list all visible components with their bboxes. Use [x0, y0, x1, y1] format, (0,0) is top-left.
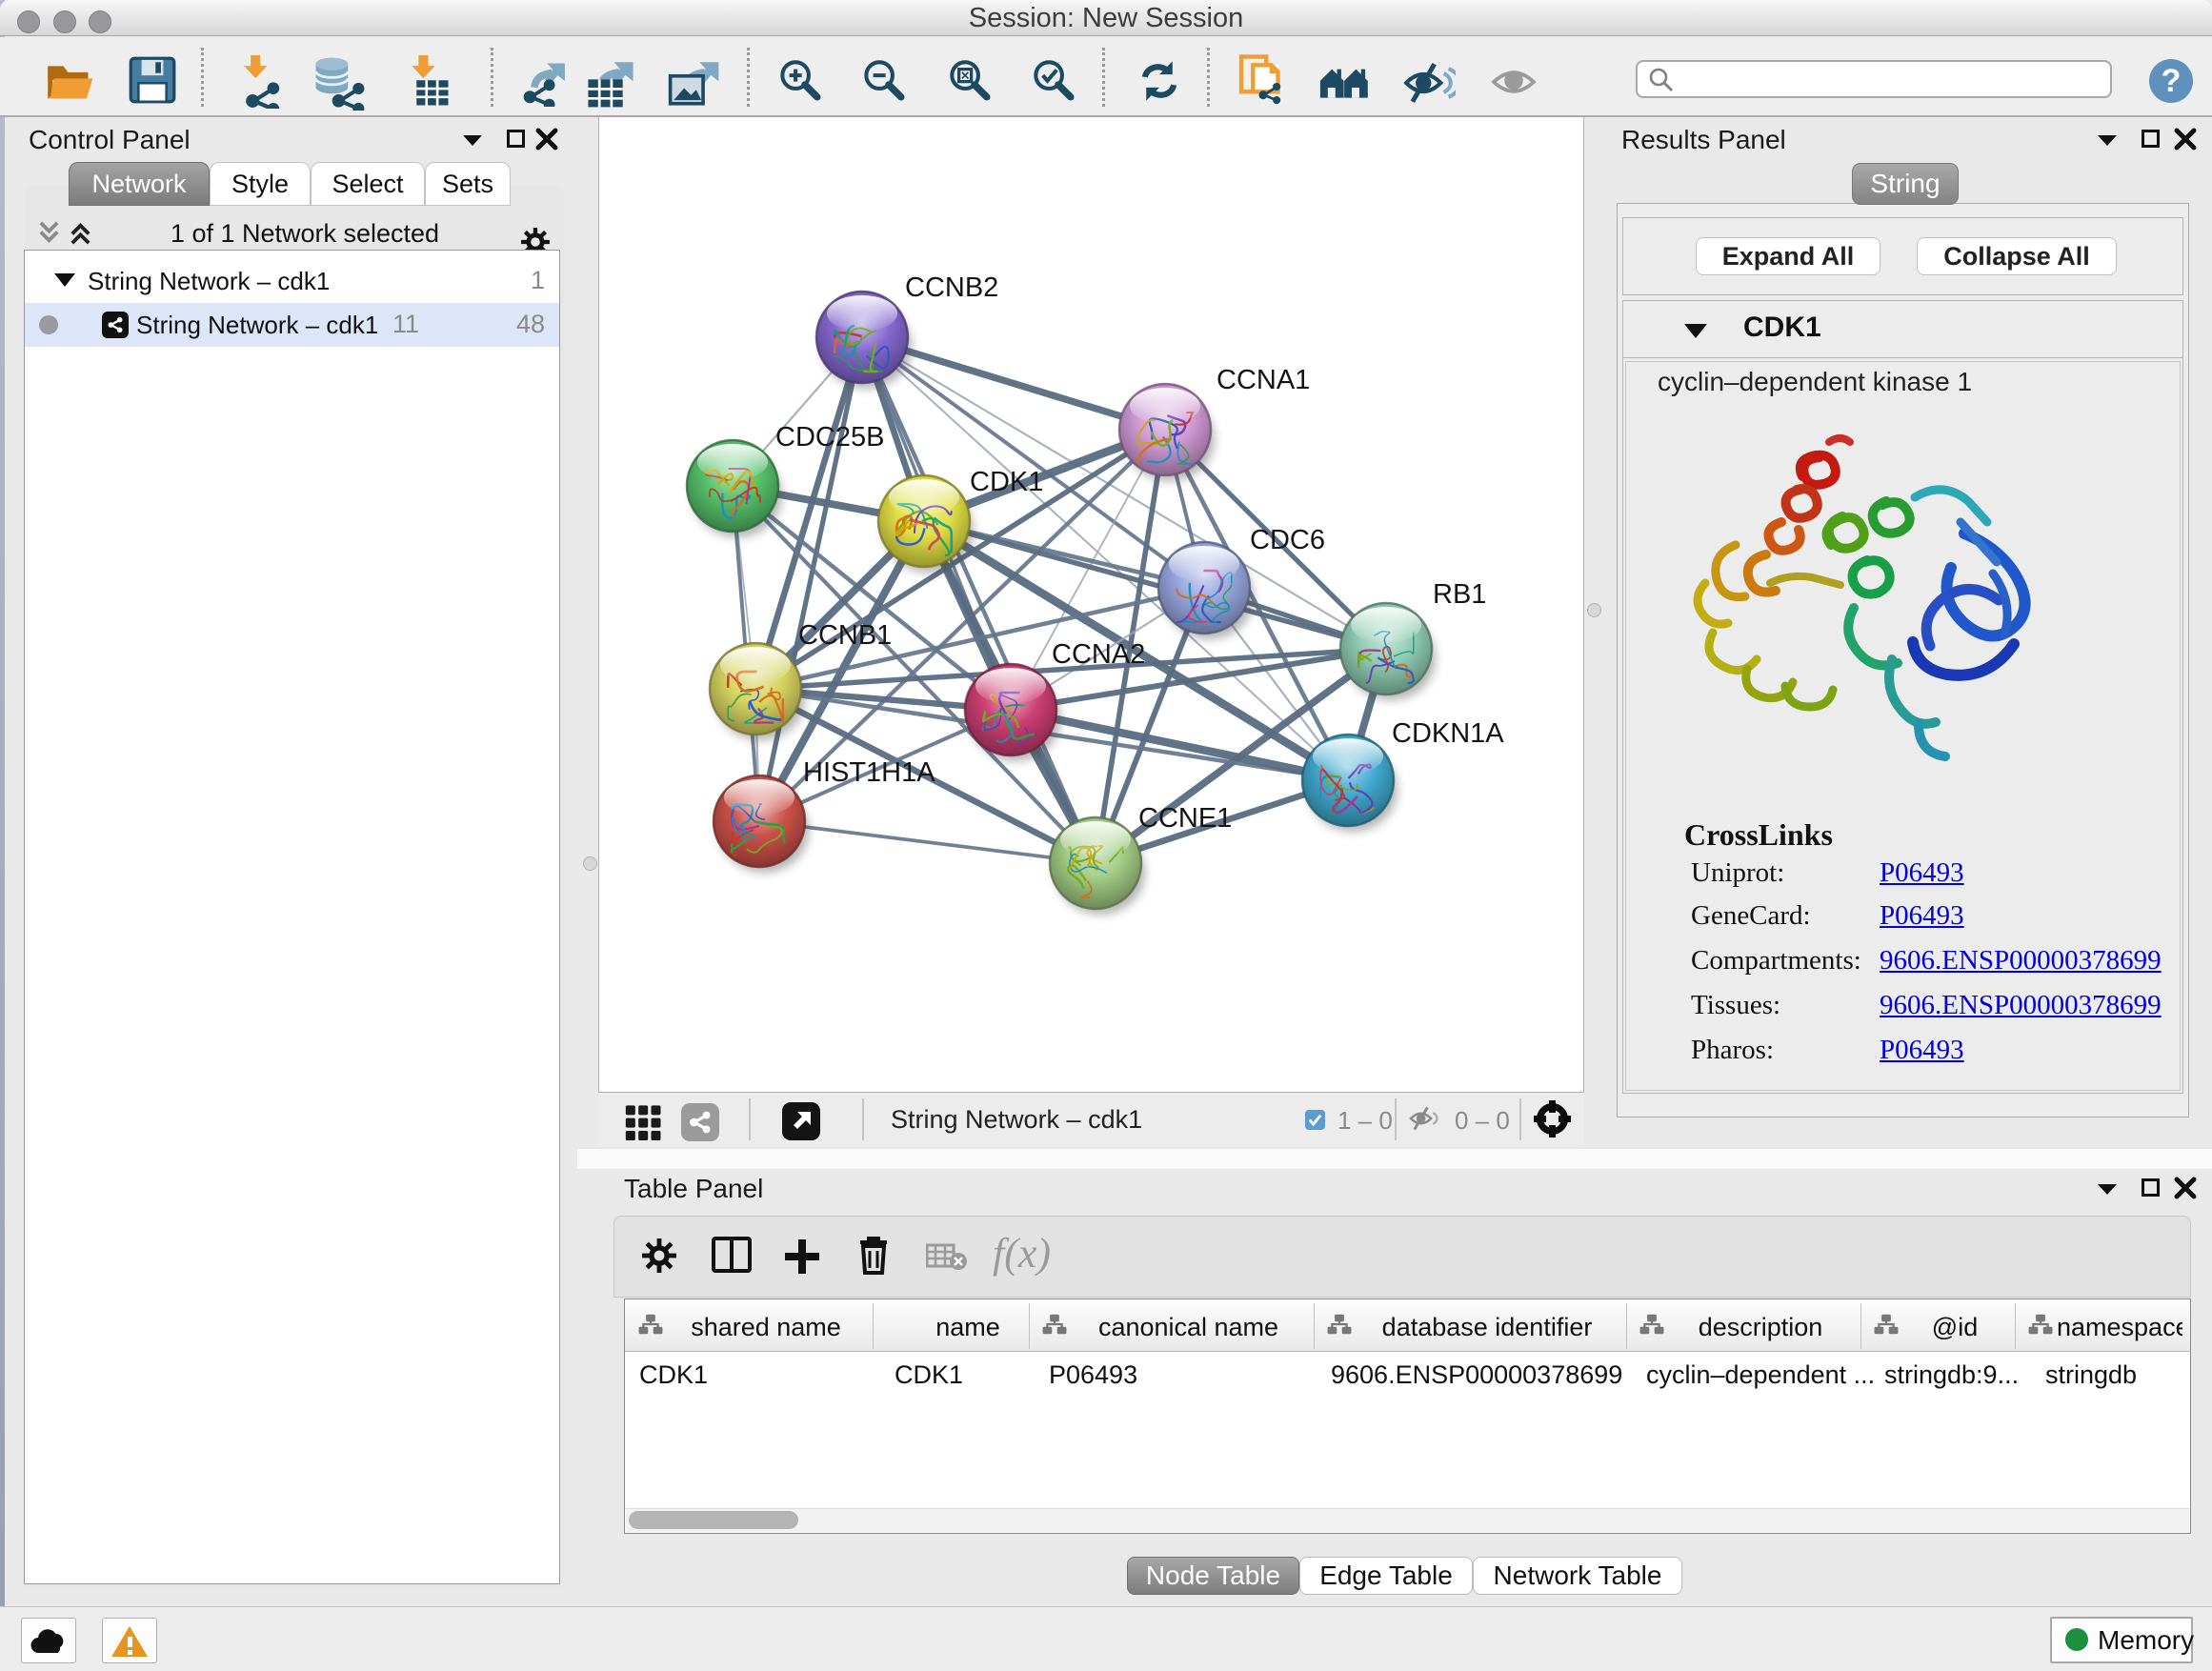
svg-text:CCNA1: CCNA1	[1217, 365, 1310, 395]
svg-text:CDC6: CDC6	[1250, 525, 1325, 555]
svg-text:CCNB2: CCNB2	[905, 272, 998, 303]
svg-text:CCNE1: CCNE1	[1138, 803, 1232, 834]
svg-text:CDK1: CDK1	[970, 467, 1043, 497]
svg-text:CDC25B: CDC25B	[775, 422, 884, 453]
svg-text:CDKN1A: CDKN1A	[1392, 718, 1504, 749]
svg-text:CCNB1: CCNB1	[798, 620, 892, 651]
svg-text:HIST1H1A: HIST1H1A	[803, 757, 935, 788]
svg-text:CCNA2: CCNA2	[1052, 639, 1145, 670]
svg-text:RB1: RB1	[1433, 579, 1486, 610]
